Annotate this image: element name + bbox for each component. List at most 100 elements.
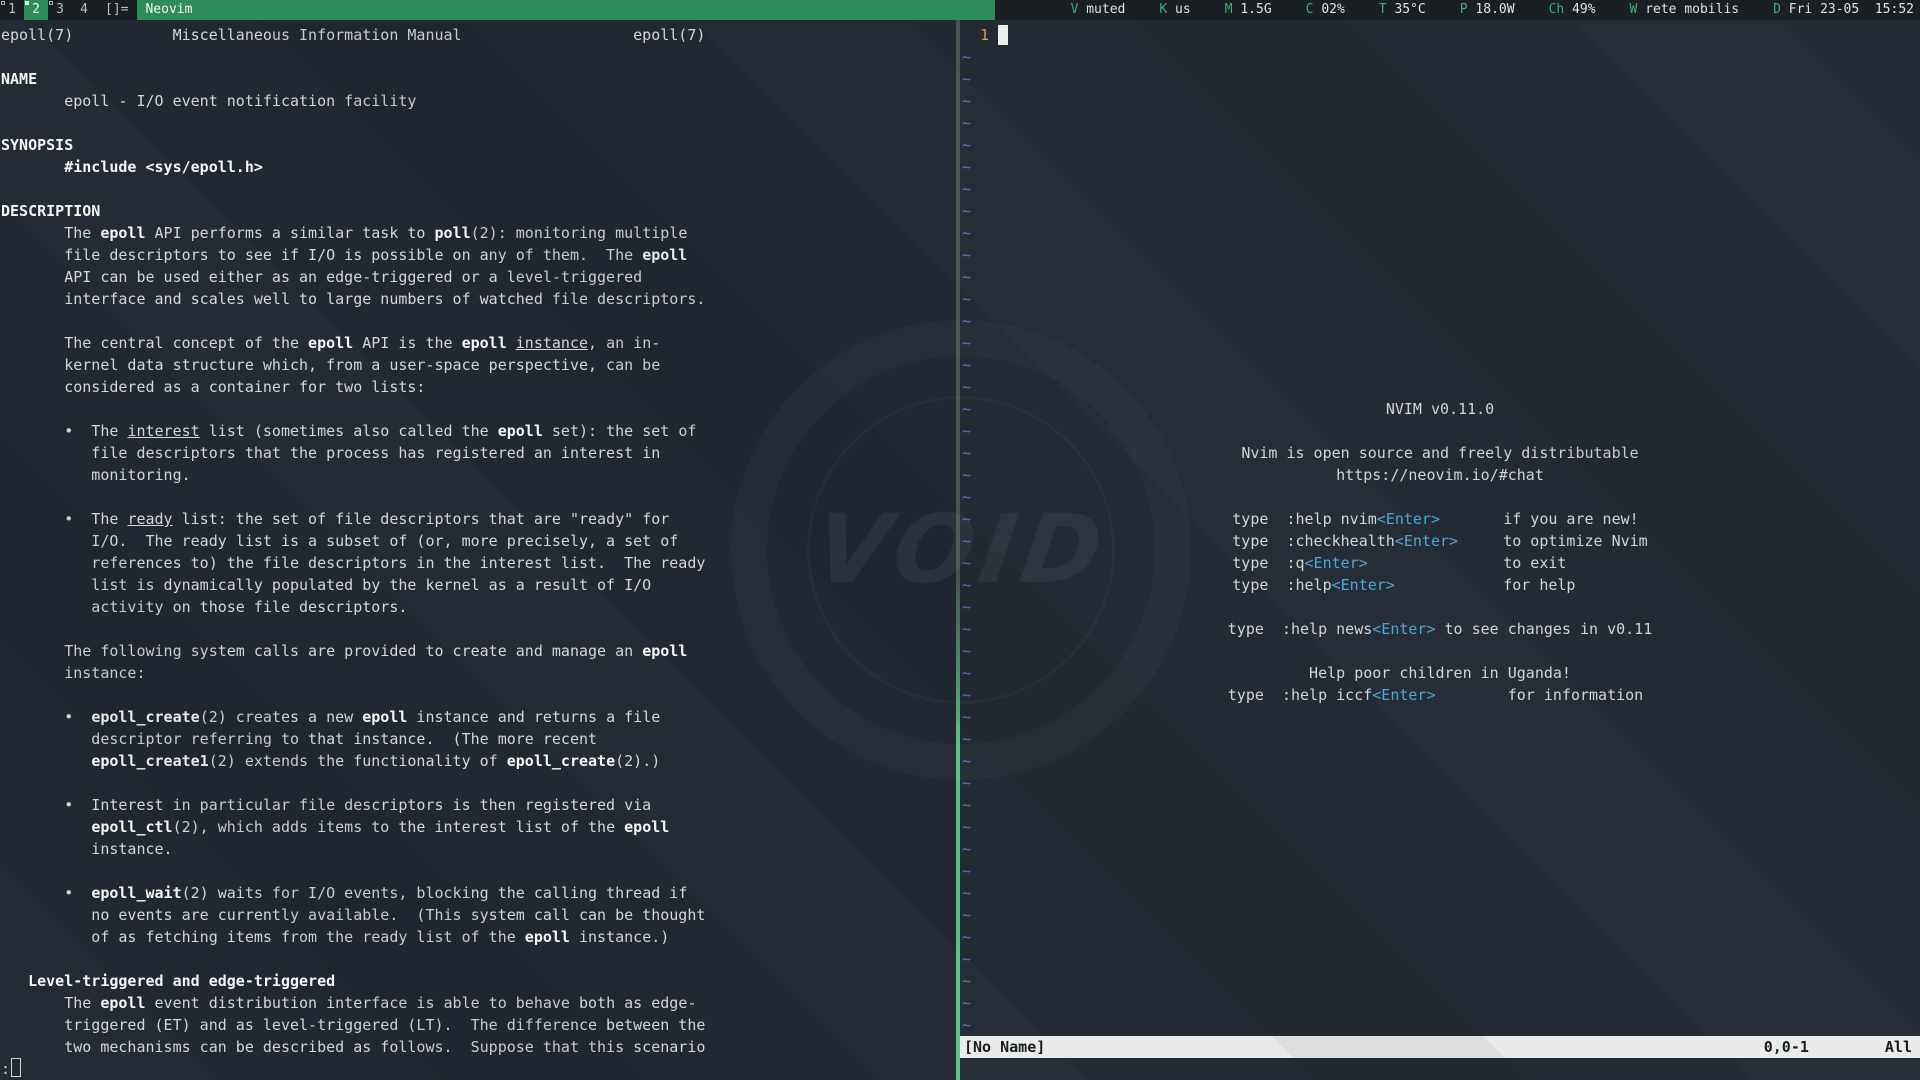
status-item-ch: Ch 49%	[1549, 0, 1596, 20]
neovim-window[interactable]: 1 ~~~~~~~~~~~~~~~~~~~~~~~~~~~~~~~~~~~~~~…	[960, 20, 1920, 1080]
window-separator[interactable]	[956, 20, 960, 1080]
status-item-c: C 02%	[1306, 0, 1345, 20]
man-line: Level-triggered and edge-triggered	[1, 970, 956, 992]
tilde-marker: ~	[962, 728, 971, 750]
pager-prompt: :	[1, 1058, 21, 1080]
nvim-intro-line: Help poor children in Uganda!	[960, 662, 1920, 684]
tilde-marker: ~	[962, 288, 971, 310]
man-line: epoll(7) Miscellaneous Information Manua…	[1, 24, 956, 46]
man-line	[1, 310, 956, 332]
nvim-intro-line: type :help<Enter> for help	[960, 574, 1920, 596]
man-line: interface and scales well to large numbe…	[1, 288, 956, 310]
tilde-marker: ~	[962, 750, 971, 772]
tilde-marker: ~	[962, 1014, 971, 1036]
tilde-marker: ~	[962, 816, 971, 838]
nvim-statusline: [No Name] 0,0-1 All	[960, 1036, 1920, 1058]
man-line: The central concept of the epoll API is …	[1, 332, 956, 354]
man-line: considered as a container for two lists:	[1, 376, 956, 398]
man-line: • The ready list: the set of file descri…	[1, 508, 956, 530]
line-number: 1	[962, 24, 989, 46]
man-line: two mechanisms can be described as follo…	[1, 1036, 956, 1058]
tilde-marker: ~	[962, 904, 971, 926]
status-item-w: W rete mobilis	[1630, 0, 1740, 20]
man-line	[1, 684, 956, 706]
tilde-marker: ~	[962, 992, 971, 1014]
layout-symbol[interactable]: []=	[96, 0, 137, 20]
nvim-intro-line: Nvim is open source and freely distribut…	[960, 442, 1920, 464]
workspace-tags: 1234	[0, 0, 96, 20]
man-line: list is dynamically populated by the ker…	[1, 574, 956, 596]
workspace-tag-4[interactable]: 4	[72, 0, 96, 20]
man-line	[1, 860, 956, 882]
man-line: I/O. The ready list is a subset of (or, …	[1, 530, 956, 552]
tilde-marker: ~	[962, 244, 971, 266]
tag-occupancy-indicator	[25, 1, 29, 5]
man-line: epoll_create1(2) extends the functionali…	[1, 750, 956, 772]
workspace-tag-2[interactable]: 2	[24, 0, 48, 20]
man-line: #include <sys/epoll.h>	[1, 156, 956, 178]
man-line: epoll_ctl(2), which adds items to the in…	[1, 816, 956, 838]
tilde-marker: ~	[962, 134, 971, 156]
man-line: triggered (ET) and as level-triggered (L…	[1, 1014, 956, 1036]
man-line: • The interest list (sometimes also call…	[1, 420, 956, 442]
tilde-marker: ~	[962, 376, 971, 398]
man-line	[1, 772, 956, 794]
tilde-marker: ~	[962, 266, 971, 288]
tilde-marker: ~	[962, 948, 971, 970]
tag-occupancy-indicator	[49, 1, 53, 5]
man-line	[1, 398, 956, 420]
nvim-intro-line: type :help nvim<Enter> if you are new!	[960, 508, 1920, 530]
man-line: The epoll API performs a similar task to…	[1, 222, 956, 244]
man-line: • epoll_wait(2) waits for I/O events, bl…	[1, 882, 956, 904]
man-line: activity on those file descriptors.	[1, 596, 956, 618]
tilde-marker: ~	[962, 772, 971, 794]
man-line: of as fetching items from the ready list…	[1, 926, 956, 948]
nvim-intro-line: type :help news<Enter> to see changes in…	[960, 618, 1920, 640]
man-line: epoll - I/O event notification facility	[1, 90, 956, 112]
man-line	[1, 618, 956, 640]
nvim-intro-line	[960, 420, 1920, 442]
tilde-marker: ~	[962, 310, 971, 332]
man-line: references to) the file descriptors in t…	[1, 552, 956, 574]
statusline-scroll-position: All	[1885, 1038, 1912, 1056]
tilde-marker: ~	[962, 706, 971, 728]
status-bar: V mutedK usM 1.5GC 02%T 35°CP 18.0WCh 49…	[995, 0, 1920, 20]
tilde-marker: ~	[962, 222, 971, 244]
workspace-tag-1[interactable]: 1	[0, 0, 24, 20]
status-item-m: M 1.5G	[1225, 0, 1272, 20]
nvim-intro-line: type :checkhealth<Enter> to optimize Nvi…	[960, 530, 1920, 552]
status-item-d: D Fri 23-05 15:52	[1773, 0, 1914, 20]
focused-window-title: Neovim	[137, 0, 995, 20]
tilde-marker: ~	[962, 200, 971, 222]
man-line	[1, 948, 956, 970]
dwm-bar: 1234 []= Neovim V mutedK usM 1.5GC 02%T …	[0, 0, 1920, 20]
man-line: monitoring.	[1, 464, 956, 486]
man-line: instance.	[1, 838, 956, 860]
tilde-marker: ~	[962, 354, 971, 376]
man-line: The following system calls are provided …	[1, 640, 956, 662]
nvim-intro-screen: NVIM v0.11.0 Nvim is open source and free…	[960, 398, 1920, 706]
tilde-marker: ~	[962, 794, 971, 816]
pager-cursor	[11, 1058, 21, 1077]
nvim-cursor	[998, 25, 1008, 45]
nvim-intro-line	[960, 596, 1920, 618]
tilde-marker: ~	[962, 90, 971, 112]
tilde-marker: ~	[962, 838, 971, 860]
man-line: file descriptors to see if I/O is possib…	[1, 244, 956, 266]
statusline-filename: [No Name]	[964, 1038, 1045, 1056]
man-line: DESCRIPTION	[1, 200, 956, 222]
man-line: NAME	[1, 68, 956, 90]
nvim-intro-line	[960, 640, 1920, 662]
man-page-text: epoll(7) Miscellaneous Information Manua…	[1, 24, 956, 1058]
man-line: file descriptors that the process has re…	[1, 442, 956, 464]
nvim-intro-line: NVIM v0.11.0	[960, 398, 1920, 420]
tilde-marker: ~	[962, 46, 971, 68]
workspace-tag-3[interactable]: 3	[48, 0, 72, 20]
terminal-man-page[interactable]: epoll(7) Miscellaneous Information Manua…	[0, 20, 956, 1080]
man-line: SYNOPSIS	[1, 134, 956, 156]
man-line: instance:	[1, 662, 956, 684]
status-item-k: K us	[1159, 0, 1190, 20]
tag-occupancy-indicator	[1, 1, 5, 5]
man-line: API can be used either as an edge-trigge…	[1, 266, 956, 288]
man-line: descriptor referring to that instance. (…	[1, 728, 956, 750]
